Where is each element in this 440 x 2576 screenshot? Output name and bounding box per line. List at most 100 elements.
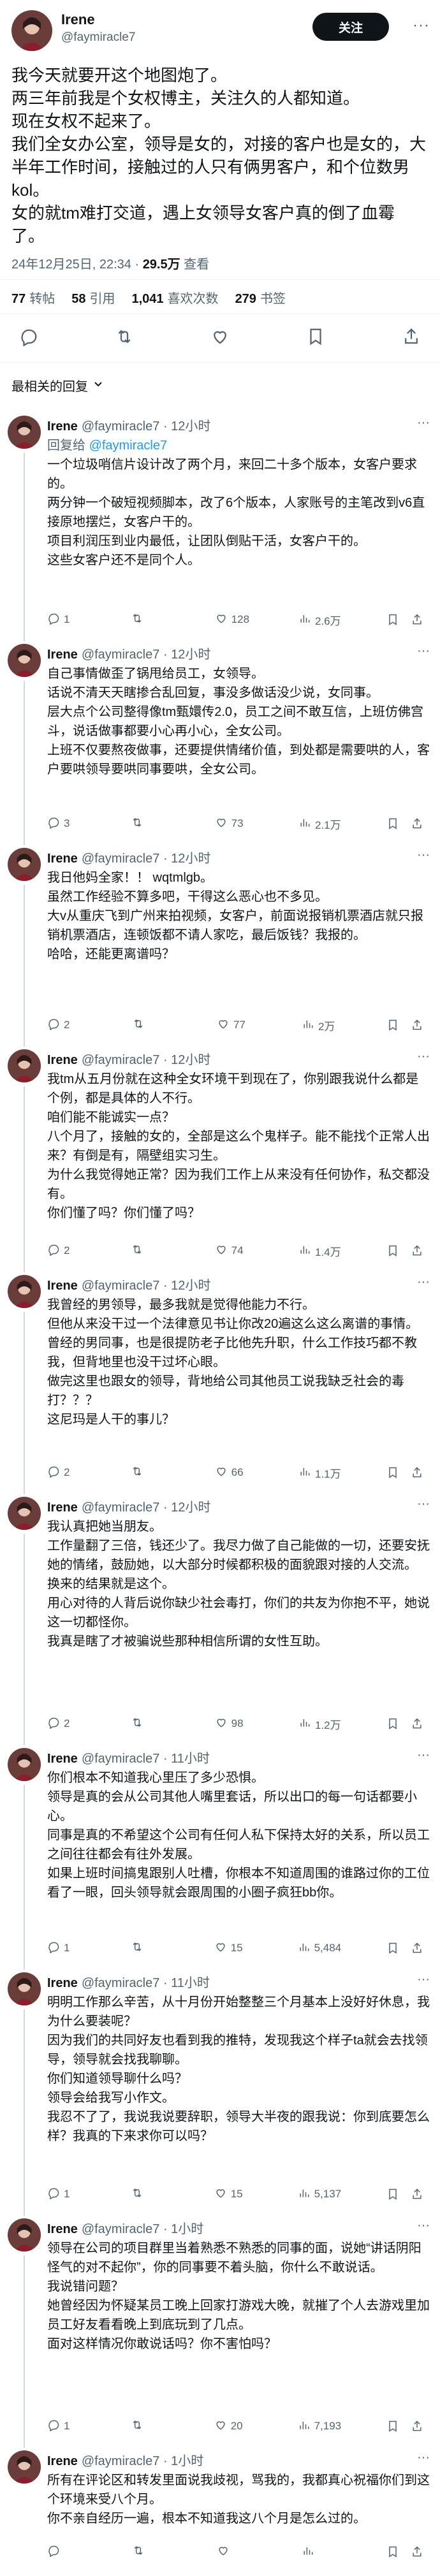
more-options-icon[interactable]: ··· [417, 848, 430, 862]
reply-author-handle[interactable]: @faymiracle7 [82, 852, 163, 866]
like-action[interactable]: 15 [214, 2187, 253, 2202]
stat-2[interactable]: 1,041 喜欢次数 [132, 292, 219, 306]
share-icon[interactable] [402, 327, 421, 349]
reply-author-handle[interactable]: @faymiracle7 [82, 2454, 163, 2468]
stat-0[interactable]: 77 转帖 [11, 292, 55, 306]
author-avatar[interactable] [11, 10, 52, 51]
share-icon[interactable] [411, 613, 423, 626]
retweet-action[interactable] [131, 2419, 169, 2434]
share-icon[interactable] [411, 2420, 423, 2433]
retweet-action[interactable] [131, 816, 169, 832]
bookmark-icon[interactable] [386, 1942, 399, 1954]
avatar[interactable] [8, 416, 41, 449]
like-action[interactable]: 98 [215, 1716, 253, 1732]
avatar[interactable] [8, 2218, 41, 2252]
reply-action[interactable]: 2 [47, 1017, 85, 1033]
more-options-icon[interactable]: ··· [417, 644, 430, 659]
share-icon[interactable] [411, 2188, 423, 2201]
share-icon[interactable] [411, 1244, 423, 1257]
stat-3[interactable]: 279 书签 [235, 292, 286, 306]
retweet-action[interactable] [131, 1940, 169, 1956]
avatar[interactable] [8, 1275, 41, 1308]
reply-author-handle[interactable]: @faymiracle7 [82, 648, 163, 662]
avatar[interactable] [8, 848, 41, 881]
reply-author-handle[interactable]: @faymiracle7 [82, 1279, 163, 1293]
views-action[interactable]: 1.1万 [298, 1465, 341, 1481]
reply-author-name[interactable]: Irene [47, 1053, 78, 1067]
reply-author-handle[interactable]: @faymiracle7 [82, 1053, 163, 1067]
bookmark-icon[interactable] [386, 1717, 399, 1730]
reply-action[interactable]: 2 [47, 1243, 85, 1259]
like-action[interactable]: 20 [214, 2419, 253, 2434]
retweet-action[interactable] [131, 2187, 169, 2202]
reply-action[interactable]: 1 [47, 2187, 85, 2202]
more-options-icon[interactable]: ··· [417, 2218, 430, 2233]
retweet-action[interactable] [132, 2544, 170, 2560]
reply-author-name[interactable]: Irene [47, 1976, 78, 1990]
bookmark-icon[interactable] [386, 2545, 399, 2558]
reply-sort-selector[interactable]: 最相关的回复 [11, 376, 103, 395]
avatar[interactable] [8, 1497, 41, 1530]
like-action[interactable]: 128 [215, 612, 253, 628]
reply-action[interactable]: 2 [47, 1716, 85, 1732]
views-action[interactable]: 2.1万 [298, 816, 341, 832]
bookmark-icon[interactable] [386, 613, 399, 626]
reply-icon[interactable] [19, 327, 38, 349]
bookmark-icon[interactable] [386, 2420, 399, 2433]
more-options-icon[interactable]: ··· [417, 1748, 430, 1763]
share-icon[interactable] [411, 817, 423, 830]
reply-author-name[interactable]: Irene [47, 1501, 78, 1515]
reply-author-handle[interactable]: @faymiracle7 [82, 1976, 163, 1990]
avatar[interactable] [8, 1049, 41, 1082]
reply-action[interactable]: 3 [47, 816, 85, 832]
more-options-icon[interactable]: ··· [417, 1497, 430, 1511]
bookmark-icon[interactable] [386, 2188, 399, 2201]
views-action[interactable] [302, 2544, 340, 2560]
like-action[interactable]: 74 [215, 1243, 253, 1259]
like-action[interactable]: 77 [217, 1017, 255, 1033]
bookmark-icon[interactable] [306, 327, 325, 349]
retweet-action[interactable] [132, 1017, 170, 1033]
retweet-icon[interactable] [115, 327, 134, 349]
more-options-icon[interactable]: ··· [417, 1972, 430, 1987]
views-action[interactable]: 5,137 [298, 2187, 341, 2202]
more-options-icon[interactable]: ··· [413, 17, 430, 34]
reply-action[interactable]: 1 [47, 612, 85, 628]
retweet-action[interactable] [131, 1465, 169, 1481]
views-action[interactable]: 1.4万 [298, 1243, 341, 1259]
like-action[interactable]: 15 [214, 1940, 253, 1956]
follow-button[interactable]: 关注 [312, 13, 389, 41]
bookmark-icon[interactable] [386, 1466, 399, 1479]
share-icon[interactable] [411, 1942, 423, 1954]
author-name[interactable]: Irene [61, 11, 95, 28]
avatar[interactable] [8, 644, 41, 677]
views-action[interactable]: 7,193 [298, 2419, 341, 2434]
reply-author-handle[interactable]: @faymiracle7 [82, 1752, 163, 1766]
avatar[interactable] [8, 2450, 41, 2484]
reply-action[interactable] [47, 2544, 85, 2560]
bookmark-icon[interactable] [386, 817, 399, 830]
reply-author-name[interactable]: Irene [47, 648, 78, 662]
more-options-icon[interactable]: ··· [417, 416, 430, 430]
avatar[interactable] [8, 1748, 41, 1781]
reply-author-handle[interactable]: @faymiracle7 [82, 2222, 163, 2236]
reply-action[interactable]: 2 [47, 1465, 85, 1481]
more-options-icon[interactable]: ··· [417, 1275, 430, 1290]
reply-action[interactable]: 1 [47, 1940, 85, 1956]
share-icon[interactable] [411, 1466, 423, 1479]
like-icon[interactable] [210, 327, 230, 349]
share-icon[interactable] [411, 1717, 423, 1730]
share-icon[interactable] [411, 1019, 423, 1031]
views-action[interactable]: 2.6万 [298, 612, 341, 628]
more-options-icon[interactable]: ··· [417, 2450, 430, 2465]
views-action[interactable]: 5,484 [298, 1940, 341, 1956]
avatar[interactable] [8, 1972, 41, 2005]
views-action[interactable]: 1.2万 [298, 1716, 341, 1732]
reply-author-name[interactable]: Irene [47, 2222, 78, 2236]
like-action[interactable]: 73 [215, 816, 253, 832]
more-options-icon[interactable]: ··· [417, 1049, 430, 1064]
stat-1[interactable]: 58 引用 [71, 292, 115, 306]
retweet-action[interactable] [131, 1243, 169, 1259]
like-action[interactable] [217, 2544, 255, 2560]
reply-author-name[interactable]: Irene [47, 419, 78, 433]
